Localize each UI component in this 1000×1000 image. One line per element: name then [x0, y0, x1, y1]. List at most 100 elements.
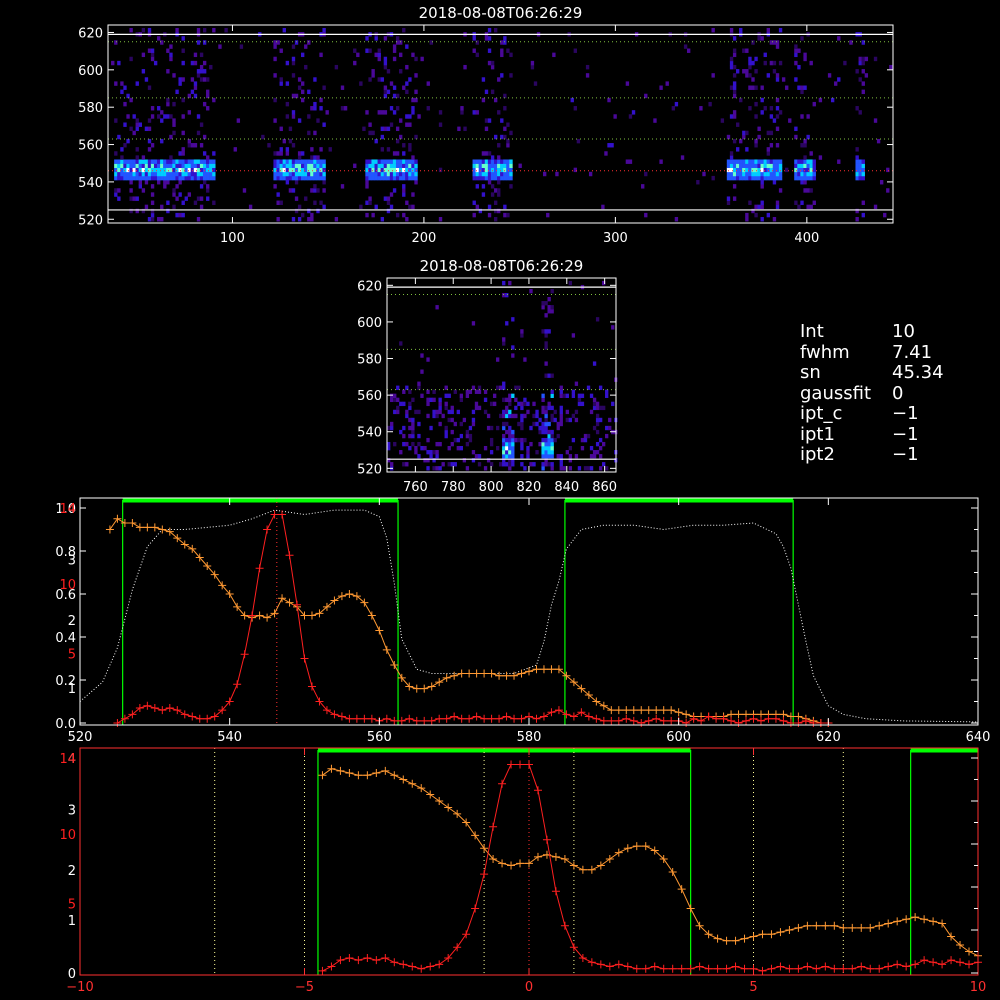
heatmap-pixel	[553, 437, 557, 443]
heatmap-pixel	[772, 217, 777, 222]
heatmap-pixel	[175, 27, 179, 33]
heatmap-pixel	[493, 159, 498, 164]
heatmap-pixel	[206, 171, 210, 177]
series-markers	[318, 760, 982, 975]
heatmap-pixel	[861, 163, 865, 169]
heatmap-pixel	[202, 40, 207, 45]
heatmap-pixel	[429, 425, 433, 431]
x-tick-label: 540	[217, 730, 242, 745]
heatmap-pixel	[126, 167, 130, 173]
heatmap-pixel	[751, 167, 755, 173]
heatmap-pixel	[732, 52, 737, 58]
heatmap-pixel	[123, 175, 127, 181]
heatmap-pixel	[760, 36, 764, 41]
heatmap-pixel	[135, 81, 139, 86]
heatmap-pixel	[377, 48, 381, 53]
heatmap-pixel	[399, 429, 403, 435]
heatmap-pixel	[772, 60, 777, 66]
heatmap-pixel	[543, 171, 547, 177]
heatmap-pixel	[138, 171, 142, 177]
plus-marker	[354, 771, 363, 780]
heatmap-pixel	[732, 167, 737, 173]
heatmap-pixel	[399, 171, 403, 177]
heatmap-pixel	[471, 409, 476, 415]
heatmap-pixel	[453, 462, 457, 467]
heatmap-pixel	[502, 445, 506, 451]
heatmap-pixel	[313, 175, 317, 181]
heatmap-pixel	[450, 417, 454, 423]
heatmap-pixel	[772, 163, 777, 169]
heatmap-pixel	[508, 454, 512, 459]
heatmap-pixel	[273, 163, 277, 169]
heatmap-pixel	[490, 171, 495, 177]
heatmap-pixel	[499, 462, 503, 467]
heatmap-pixel	[481, 159, 486, 164]
heatmap-pixel	[550, 466, 554, 471]
heatmap-pixel	[365, 159, 369, 164]
heatmap-pixel	[769, 163, 774, 169]
heatmap-pixel	[392, 93, 397, 99]
heatmap-pixel	[794, 159, 798, 164]
heatmap-pixel	[571, 413, 576, 419]
heatmap-pixel	[297, 163, 302, 169]
heatmap-pixel	[438, 110, 443, 115]
plus-marker	[471, 904, 480, 913]
heatmap-pixel	[322, 27, 326, 33]
heatmap-pixel	[399, 69, 403, 74]
heatmap-pixel	[475, 52, 479, 58]
heatmap-pixel	[544, 429, 548, 435]
heatmap-pixel	[505, 462, 509, 467]
heatmap-pixel	[117, 175, 121, 181]
heatmap-pixel	[300, 159, 305, 164]
heatmap-pixel	[797, 163, 801, 169]
heatmap-pixel	[598, 454, 603, 459]
heatmap-pixel	[374, 159, 378, 164]
heatmap-pixel	[580, 445, 585, 451]
heatmap-pixel	[552, 52, 556, 58]
heatmap-pixel	[544, 421, 548, 427]
y-tick-label: 560	[357, 389, 382, 404]
plus-marker	[337, 592, 346, 601]
heatmap-pixel	[408, 405, 412, 411]
plus-marker	[875, 964, 884, 973]
heatmap-pixel	[775, 159, 780, 164]
heatmap-pixel	[383, 196, 388, 201]
heatmap-pixel	[141, 159, 146, 164]
heatmap-pixel	[144, 171, 149, 177]
heatmap-pixel	[772, 69, 777, 74]
heatmap-pixel	[371, 171, 375, 177]
heatmap-pixel	[288, 175, 293, 181]
heatmap-pixel	[855, 147, 859, 152]
plus-marker	[592, 714, 601, 723]
heatmap-pixel	[383, 64, 388, 70]
heatmap-pixel	[818, 155, 823, 160]
plus-marker	[632, 964, 641, 973]
plus-marker	[816, 719, 825, 727]
heatmap-pixel	[377, 52, 381, 58]
plus-marker	[487, 714, 496, 723]
heatmap-pixel	[420, 56, 424, 62]
heatmap-pixel	[772, 118, 777, 123]
heatmap-pixel	[565, 409, 569, 415]
info-row: Int 10	[800, 321, 944, 343]
heatmap-pixel	[294, 159, 299, 164]
plus-marker	[659, 706, 668, 715]
heatmap-pixel	[592, 425, 597, 431]
heatmap-pixel	[282, 175, 286, 181]
heatmap-pixel	[550, 393, 554, 398]
heatmap-pixel	[544, 454, 548, 459]
heatmap-pixel	[568, 445, 573, 451]
heatmap-pixel	[202, 69, 207, 74]
plus-marker	[472, 669, 481, 678]
heatmap-pixel	[402, 433, 406, 439]
heatmap-pixel	[541, 405, 545, 411]
heatmap-pixel	[282, 159, 286, 164]
heatmap-pixel	[288, 159, 293, 164]
heatmap-pixel	[147, 159, 152, 164]
heatmap-pixel	[611, 401, 615, 407]
heatmap-pixel	[432, 409, 436, 415]
heatmap-pixel	[769, 60, 774, 66]
heatmap-pixel	[487, 159, 492, 164]
heatmap-pixel	[209, 64, 213, 70]
heatmap-pixel	[307, 167, 311, 173]
